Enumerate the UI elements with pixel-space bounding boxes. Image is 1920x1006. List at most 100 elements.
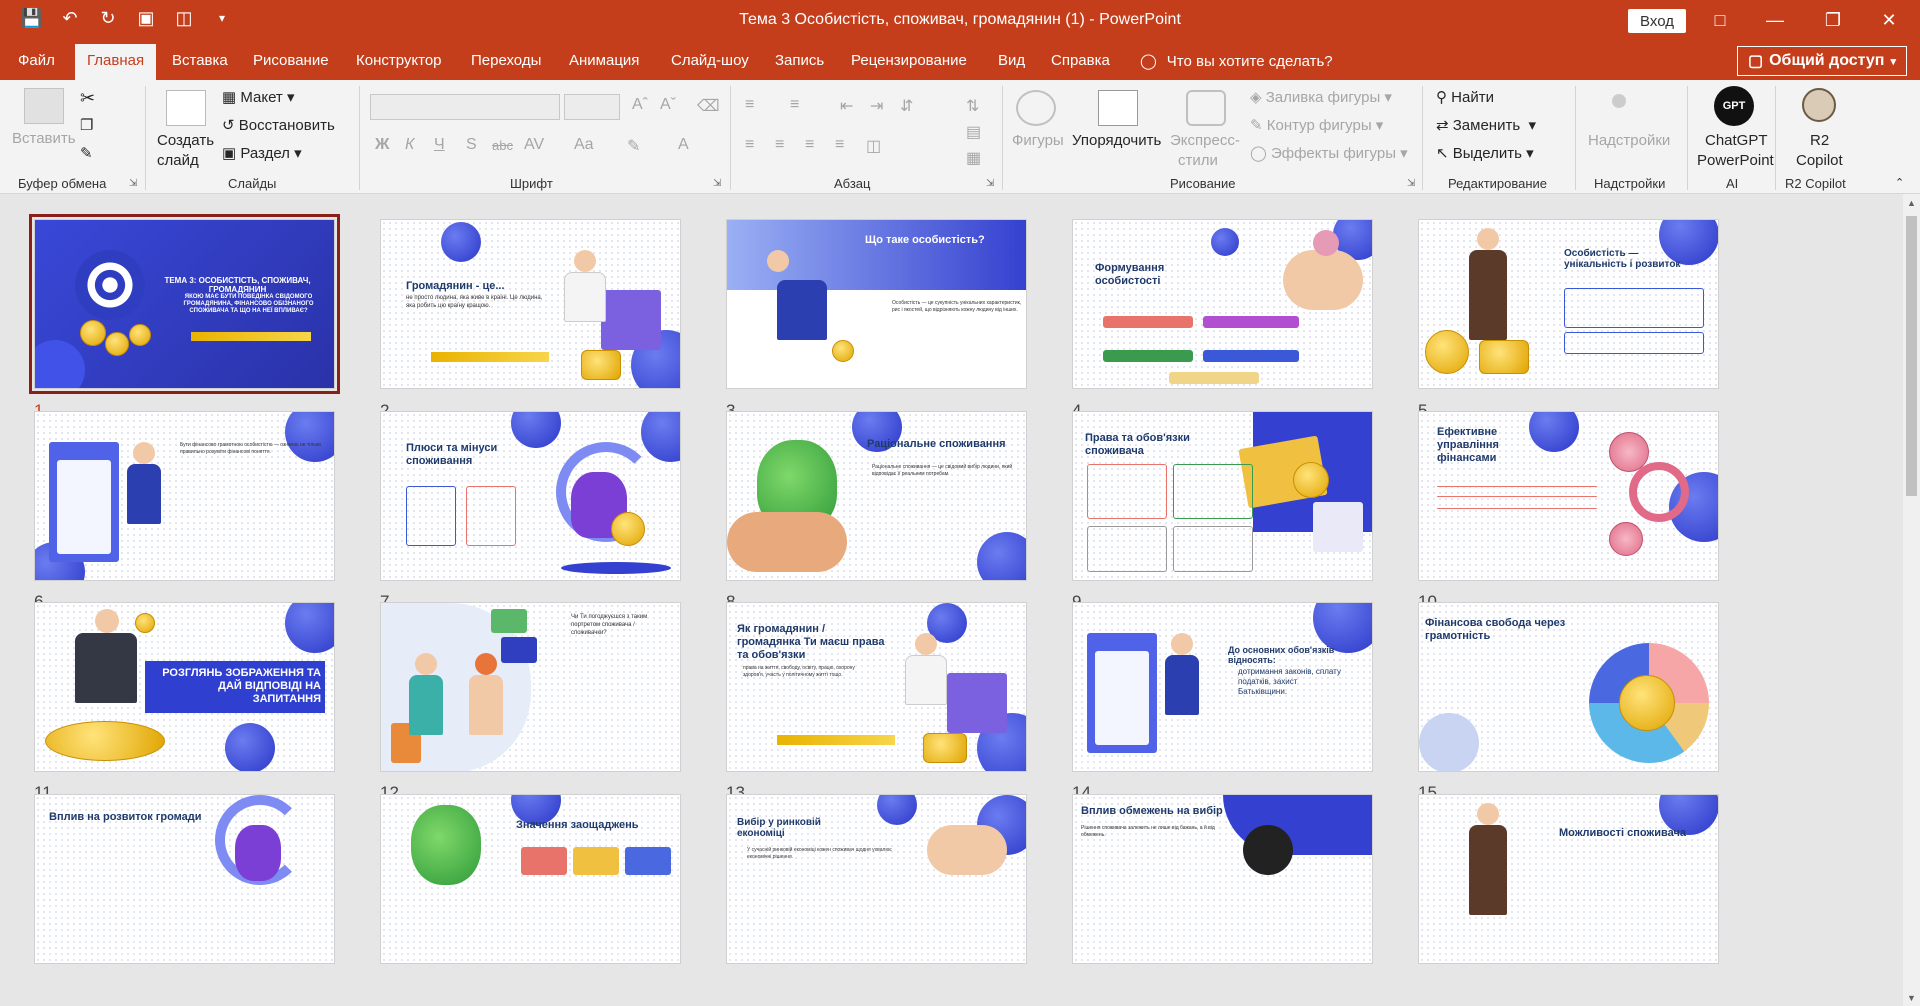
- scroll-up-icon[interactable]: ▲: [1903, 194, 1920, 211]
- clipboard-launcher-icon[interactable]: ⇲: [129, 178, 137, 189]
- scroll-thumb[interactable]: [1906, 216, 1917, 496]
- align-text-icon[interactable]: ▤: [966, 122, 981, 142]
- font-name-field[interactable]: [370, 94, 560, 120]
- strikethrough-button[interactable]: abc: [492, 138, 513, 153]
- slide-thumbnail-16[interactable]: Вплив на розвиток громади: [34, 794, 335, 964]
- r2-label-1[interactable]: R2: [1810, 132, 1829, 149]
- decrease-indent-icon[interactable]: ⇤: [840, 96, 853, 116]
- shapes-button[interactable]: Фигуры: [1012, 132, 1064, 149]
- font-launcher-icon[interactable]: ⇲: [713, 178, 721, 189]
- tab-design[interactable]: Конструктор: [356, 52, 442, 69]
- find-button[interactable]: ⚲ Найти: [1436, 88, 1494, 106]
- replace-button[interactable]: ⇄ Заменить ▾: [1436, 116, 1536, 134]
- shadow-button[interactable]: S: [466, 136, 477, 154]
- tab-file[interactable]: Файл: [18, 52, 55, 69]
- arrange-icon[interactable]: [1098, 90, 1138, 126]
- section-button[interactable]: ▣ Раздел ▾: [222, 144, 302, 162]
- shrink-font-icon[interactable]: Aˇ: [660, 96, 676, 114]
- slide-thumbnail-14[interactable]: До основних обов'язків відносять: дотрим…: [1072, 602, 1373, 772]
- paragraph-launcher-icon[interactable]: ⇲: [986, 178, 994, 189]
- slide-thumbnail-1[interactable]: ТЕМА 3: ОСОБИСТІСТЬ, СПОЖИВАЧ, ГРОМАДЯНИ…: [29, 214, 340, 394]
- tab-view[interactable]: Вид: [998, 52, 1025, 69]
- paste-button[interactable]: Вставить: [12, 130, 76, 147]
- quick-styles-label-2[interactable]: стили: [1178, 152, 1218, 169]
- minimize-icon[interactable]: —: [1752, 6, 1798, 34]
- font-size-field[interactable]: [564, 94, 620, 120]
- shape-outline-button[interactable]: ✎ Контур фигуры ▾: [1250, 116, 1383, 134]
- align-left-icon[interactable]: ≡: [745, 136, 754, 154]
- slide-thumbnail-6[interactable]: Бути фінансово грамотною особистістю — о…: [34, 411, 335, 581]
- columns-icon[interactable]: ◫: [866, 136, 881, 156]
- cut-icon[interactable]: ✂: [80, 88, 95, 109]
- slide-thumbnail-15[interactable]: Фінансова свобода через грамотність: [1418, 602, 1719, 772]
- italic-button[interactable]: К: [405, 136, 414, 154]
- bullets-icon[interactable]: ≡: [745, 96, 754, 114]
- slide-thumbnail-13[interactable]: Як громадянин / громадянка Ти маєш права…: [726, 602, 1027, 772]
- arrange-button[interactable]: Упорядочить: [1072, 132, 1161, 149]
- layout-button[interactable]: ▦ Макет ▾: [222, 88, 295, 106]
- tell-me-search[interactable]: ◯ Что вы хотите сделать?: [1140, 52, 1333, 71]
- quick-styles-label-1[interactable]: Экспресс-: [1170, 132, 1240, 149]
- chatgpt-label-2[interactable]: PowerPoint: [1697, 152, 1774, 169]
- slide-thumbnail-2[interactable]: Громадянин - це... не просто людина, яка…: [380, 219, 681, 389]
- share-button[interactable]: ▢ Общий доступ ▾: [1737, 46, 1907, 76]
- tab-home[interactable]: Главная: [75, 44, 157, 80]
- quick-styles-icon[interactable]: [1186, 90, 1226, 126]
- addins-button[interactable]: Надстройки: [1588, 132, 1670, 149]
- chatgpt-logo-icon[interactable]: GPT: [1714, 86, 1754, 126]
- highlight-icon[interactable]: ✎: [627, 136, 640, 156]
- grow-font-icon[interactable]: Aˆ: [632, 96, 648, 114]
- close-icon[interactable]: ✕: [1866, 6, 1912, 34]
- align-center-icon[interactable]: ≡: [775, 136, 784, 154]
- slide-thumbnail-20[interactable]: Можливості споживача: [1418, 794, 1719, 964]
- format-painter-icon[interactable]: ✎: [80, 144, 93, 162]
- r2-label-2[interactable]: Copilot: [1796, 152, 1843, 169]
- tab-slideshow[interactable]: Слайд-шоу: [671, 52, 749, 69]
- align-right-icon[interactable]: ≡: [805, 136, 814, 154]
- restore-icon[interactable]: ❐: [1810, 6, 1856, 34]
- slide-thumbnail-5[interactable]: Особистість — унікальність і розвиток: [1418, 219, 1719, 389]
- bold-button[interactable]: Ж: [375, 136, 389, 154]
- slide-thumbnail-9[interactable]: Права та обов'язки споживача: [1072, 411, 1373, 581]
- addins-icon[interactable]: [1612, 94, 1626, 108]
- slide-thumbnail-19[interactable]: Вплив обмежень на вибір Рішення споживач…: [1072, 794, 1373, 964]
- slide-thumbnail-3[interactable]: Що таке особистість? Особистість — це су…: [726, 219, 1027, 389]
- slide-thumbnail-4[interactable]: Формування особистості: [1072, 219, 1373, 389]
- slide-thumbnail-11[interactable]: РОЗГЛЯНЬ ЗОБРАЖЕННЯ ТА ДАЙ ВІДПОВІДІ НА …: [34, 602, 335, 772]
- signin-button[interactable]: Вход: [1628, 9, 1686, 33]
- scroll-down-icon[interactable]: ▼: [1903, 989, 1920, 1006]
- text-direction-icon[interactable]: ⇅: [966, 96, 979, 116]
- paste-icon[interactable]: [24, 88, 64, 124]
- shape-effects-button[interactable]: ◯ Эффекты фигуры ▾: [1250, 144, 1408, 162]
- collapse-ribbon-icon[interactable]: ⌃: [1895, 176, 1904, 189]
- change-case-icon[interactable]: Aa: [574, 136, 594, 154]
- shapes-icon[interactable]: [1016, 90, 1056, 126]
- new-slide-icon[interactable]: [166, 90, 206, 126]
- shape-fill-button[interactable]: ◈ Заливка фигуры ▾: [1250, 88, 1392, 106]
- tab-review[interactable]: Рецензирование: [851, 52, 967, 69]
- slide-thumbnail-8[interactable]: Раціональне споживання Раціональне спожи…: [726, 411, 1027, 581]
- line-spacing-icon[interactable]: ⇵: [900, 96, 913, 116]
- tab-record[interactable]: Запись: [775, 52, 824, 69]
- char-spacing-icon[interactable]: AV: [524, 136, 544, 154]
- slide-thumbnail-12[interactable]: Чи Ти погоджуєшся з таким портретом спож…: [380, 602, 681, 772]
- slide-thumbnail-17[interactable]: Значення заощаджень: [380, 794, 681, 964]
- tab-insert[interactable]: Вставка: [172, 52, 228, 69]
- new-slide-label-2[interactable]: слайд: [157, 152, 199, 169]
- r2-copilot-icon[interactable]: [1802, 88, 1836, 122]
- increase-indent-icon[interactable]: ⇥: [870, 96, 883, 116]
- tab-help[interactable]: Справка: [1051, 52, 1110, 69]
- clear-format-icon[interactable]: ⌫: [697, 96, 720, 116]
- select-button[interactable]: ↖ Выделить ▾: [1436, 144, 1534, 162]
- tab-animations[interactable]: Анимация: [569, 52, 639, 69]
- slide-thumbnail-18[interactable]: Вибір у ринковій економіці У сучасній ри…: [726, 794, 1027, 964]
- underline-button[interactable]: Ч: [434, 136, 445, 154]
- copy-icon[interactable]: ❐: [80, 116, 93, 134]
- tab-draw[interactable]: Рисование: [253, 52, 329, 69]
- chatgpt-label-1[interactable]: ChatGPT: [1705, 132, 1768, 149]
- tab-transitions[interactable]: Переходы: [471, 52, 541, 69]
- ribbon-display-icon[interactable]: □: [1697, 6, 1743, 34]
- slide-thumbnail-10[interactable]: Ефективне управління фінансами: [1418, 411, 1719, 581]
- drawing-launcher-icon[interactable]: ⇲: [1407, 178, 1415, 189]
- vertical-scrollbar[interactable]: ▲ ▼: [1903, 194, 1920, 1006]
